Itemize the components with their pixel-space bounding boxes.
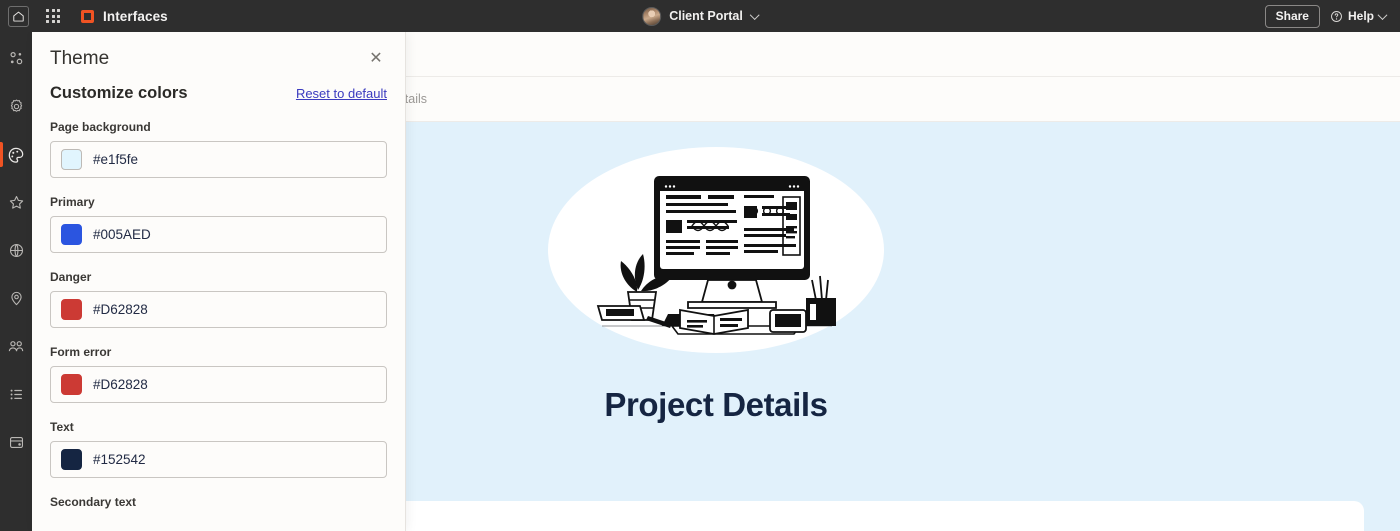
portal-selector[interactable]: Client Portal (642, 6, 760, 26)
field-danger: Danger #D62828 (50, 270, 387, 328)
desk-workspace-illustration (540, 140, 892, 368)
sidebar-item-settings[interactable] (0, 90, 32, 123)
nodes-icon (9, 52, 22, 65)
field-form-error: Form error #D62828 (50, 345, 387, 403)
color-input-text[interactable]: #152542 (50, 441, 387, 478)
theme-panel-header: Theme ✕ (32, 32, 405, 84)
sidebar-item-layout[interactable] (0, 426, 32, 459)
color-value: #e1f5fe (93, 152, 139, 167)
sidebar-item-users[interactable] (0, 330, 32, 363)
top-bar: Interfaces Client Portal Share Help (0, 0, 1400, 32)
color-swatch[interactable] (61, 299, 82, 320)
field-label: Form error (50, 345, 112, 359)
customize-colors-row: Customize colors Reset to default (50, 84, 387, 103)
sidebar-item-list[interactable] (0, 378, 32, 411)
field-primary: Primary #005AED (50, 195, 387, 253)
field-text: Text #152542 (50, 420, 387, 478)
user-avatar (642, 6, 662, 26)
color-value: #D62828 (93, 377, 148, 392)
share-button[interactable]: Share (1264, 4, 1320, 28)
panel-title: Theme (50, 48, 110, 69)
color-value: #D62828 (93, 302, 148, 317)
help-label: Help (1347, 9, 1374, 23)
color-value: #005AED (93, 227, 151, 242)
color-swatch[interactable] (61, 149, 82, 170)
grid-apps-icon[interactable] (41, 5, 65, 27)
sidebar-item-elements[interactable] (0, 42, 32, 75)
palette-icon (8, 147, 24, 163)
theme-panel-body: Customize colors Reset to default Page b… (32, 84, 405, 509)
close-icon[interactable]: ✕ (365, 48, 387, 70)
help-circle-icon (1331, 10, 1342, 22)
field-secondary-text: Secondary text (50, 495, 387, 509)
brand[interactable]: Interfaces (81, 9, 168, 24)
chevron-down-icon (1377, 9, 1388, 20)
globe-icon (9, 243, 23, 258)
portal-name: Client Portal (669, 9, 743, 23)
brand-name: Interfaces (103, 8, 168, 24)
sidebar-item-domain[interactable] (0, 234, 32, 267)
field-label: Secondary text (50, 495, 137, 509)
star-icon (9, 195, 23, 209)
color-input-form-error[interactable]: #D62828 (50, 366, 387, 403)
color-swatch[interactable] (61, 224, 82, 245)
help-menu[interactable]: Help (1330, 9, 1390, 23)
users-icon (8, 340, 24, 351)
list-icon (10, 389, 22, 400)
color-input-danger[interactable]: #D62828 (50, 291, 387, 328)
color-input-primary[interactable]: #005AED (50, 216, 387, 253)
gear-icon (10, 99, 22, 112)
page-title: Project Details (604, 386, 828, 423)
map-pin-icon (10, 291, 22, 306)
app-window: Interfaces Client Portal Share Help Proj… (0, 0, 1400, 531)
interfaces-logo-icon (81, 9, 94, 23)
field-page-background: Page background #e1f5fe (50, 120, 387, 178)
home-icon[interactable] (8, 5, 29, 27)
section-title: Customize colors (50, 84, 188, 102)
top-bar-left: Interfaces (0, 5, 168, 27)
card-icon (9, 437, 23, 448)
chevron-down-icon (749, 9, 760, 20)
field-label: Page background (50, 120, 151, 134)
theme-panel: Theme ✕ Customize colors Reset to defaul… (32, 32, 406, 531)
field-label: Primary (50, 195, 95, 209)
left-icon-rail (0, 32, 32, 531)
color-swatch[interactable] (61, 374, 82, 395)
sidebar-item-location[interactable] (0, 282, 32, 315)
color-value: #152542 (93, 452, 146, 467)
sidebar-item-favorites[interactable] (0, 186, 32, 219)
reset-to-default-link[interactable]: Reset to default (296, 86, 387, 101)
color-input-page-background[interactable]: #e1f5fe (50, 141, 387, 178)
sidebar-item-theme[interactable] (0, 138, 32, 171)
color-swatch[interactable] (61, 449, 82, 470)
field-label: Text (50, 420, 74, 434)
top-bar-right: Share Help (1264, 4, 1390, 28)
field-label: Danger (50, 270, 92, 284)
